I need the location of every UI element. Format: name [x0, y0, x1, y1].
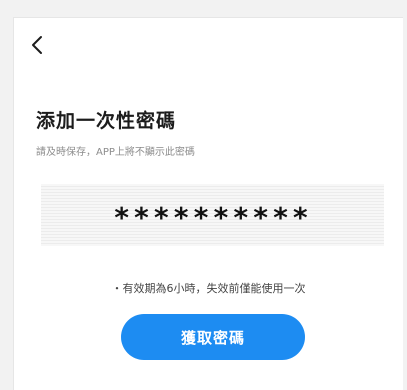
password-value: ********** — [113, 201, 312, 234]
page-title: 添加一次性密碼 — [36, 110, 177, 132]
one-time-password-screen: 添加一次性密碼 請及時保存，APP上將不顯示此密碼 ********** ・有效… — [13, 17, 403, 390]
get-password-button[interactable]: 獲取密碼 — [121, 314, 305, 360]
back-button[interactable] — [24, 31, 52, 59]
chevron-left-icon — [32, 36, 42, 54]
validity-note: ・有效期為6小時，失效前僅能使用一次 — [111, 282, 306, 295]
password-display: ********** — [41, 184, 384, 246]
page-subtitle: 請及時保存，APP上將不顯示此密碼 — [36, 147, 195, 158]
